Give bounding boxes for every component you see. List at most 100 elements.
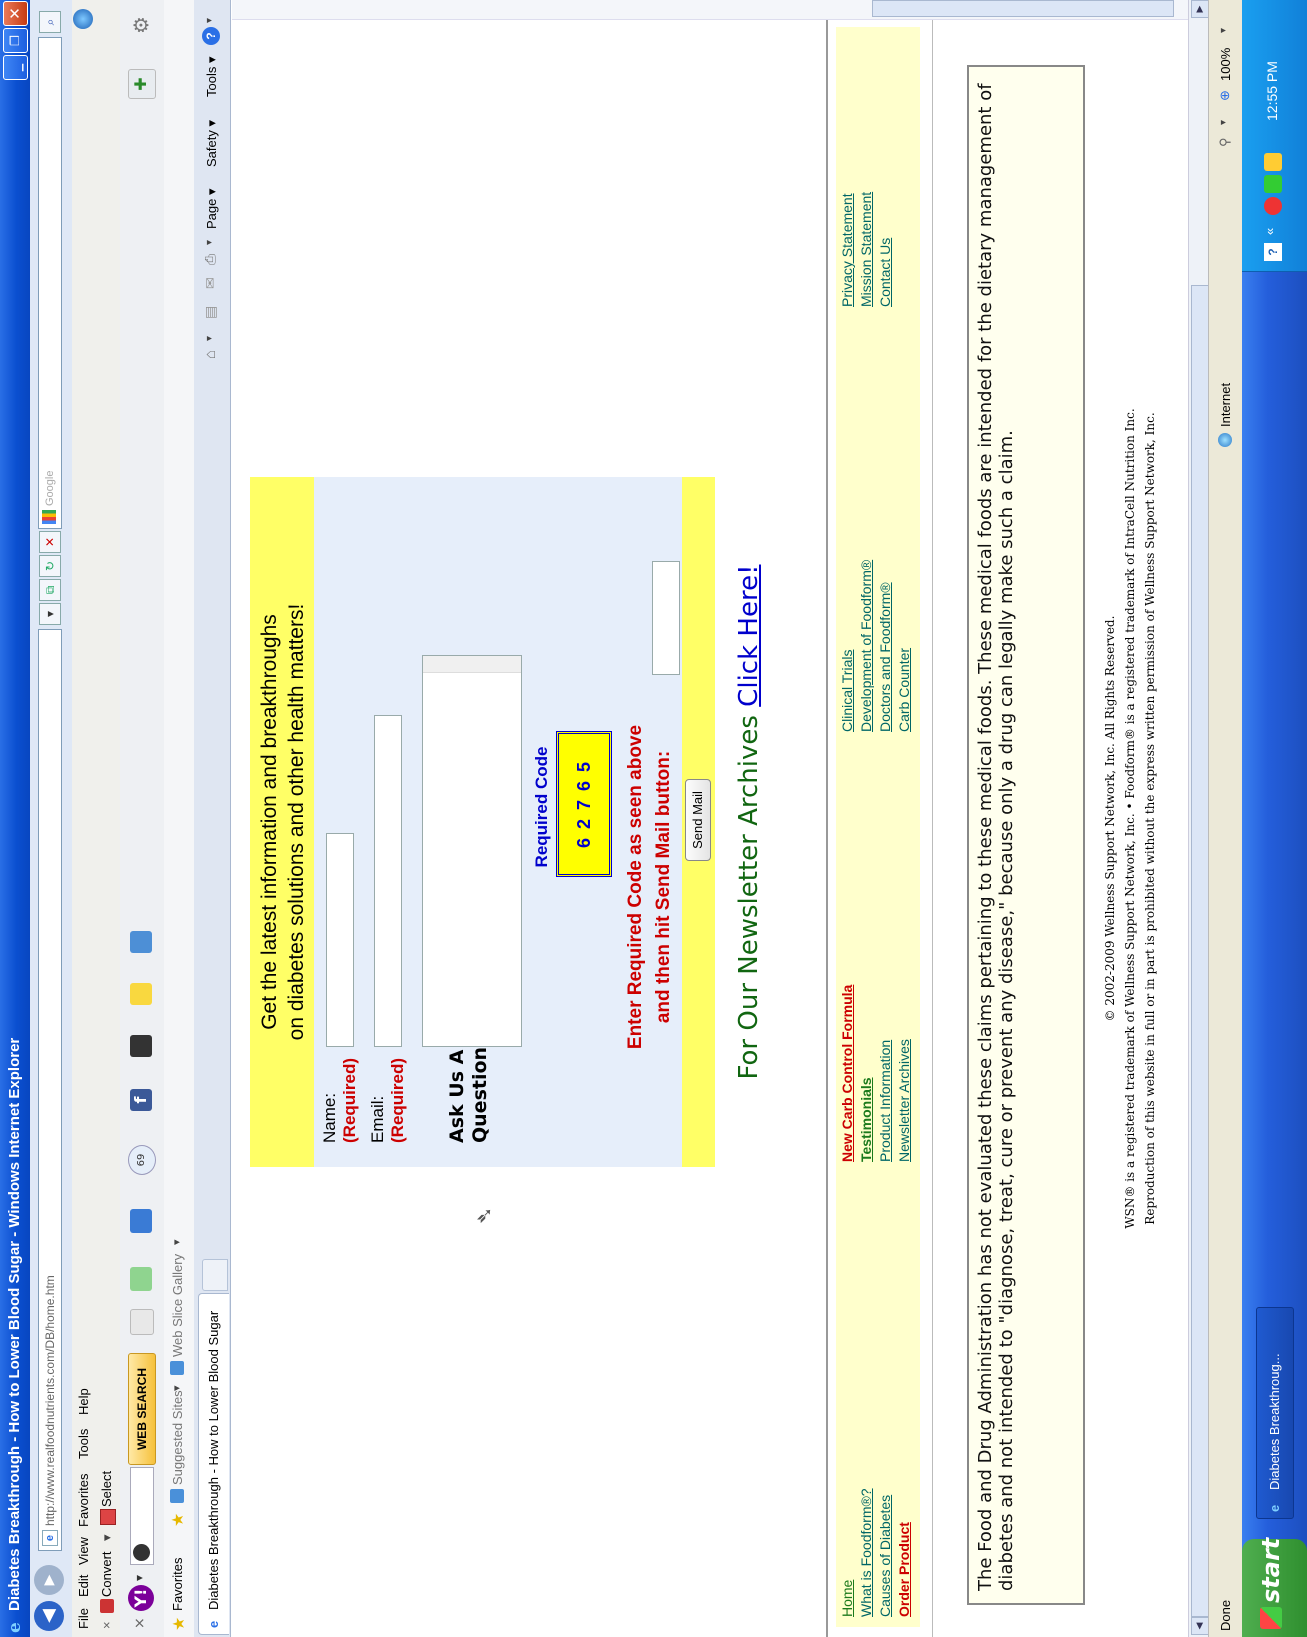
safety-menu[interactable]: Safety ▾ — [204, 120, 220, 167]
feeds-icon[interactable]: ▤ — [202, 306, 219, 319]
restore-button[interactable]: ❐ — [3, 28, 28, 53]
footer-link-product-info[interactable]: Product Information — [876, 985, 895, 1162]
textarea-scrollbar[interactable] — [423, 656, 521, 673]
messenger-icon[interactable]: 69 — [128, 1145, 156, 1175]
footer-link-testimonials[interactable]: Testimonials — [857, 985, 876, 1162]
help-icon[interactable]: ? — [202, 27, 220, 45]
add-icon[interactable]: ✚ — [128, 69, 156, 99]
horizontal-scroll-thumb[interactable] — [1191, 285, 1209, 1617]
footer-link-privacy[interactable]: Privacy Statement — [838, 192, 857, 307]
address-dropdown-icon[interactable]: ▾ — [39, 603, 61, 625]
clock[interactable]: 12:55 PM — [1264, 61, 1280, 121]
menu-view[interactable]: View — [76, 1537, 91, 1565]
menu-file[interactable]: File — [76, 1608, 91, 1629]
search-input[interactable]: Google — [38, 37, 62, 529]
menu-help[interactable]: Help — [76, 1388, 91, 1415]
tray-update-icon[interactable] — [1264, 153, 1282, 171]
home-icon[interactable]: ⌂ — [202, 350, 219, 359]
footer-link-carb-counter[interactable]: Carb Counter — [895, 560, 914, 732]
home-dropdown-icon[interactable]: ▾ — [204, 336, 215, 341]
forward-button[interactable]: ▶ — [34, 1565, 64, 1595]
suggested-sites-link[interactable]: Suggested Sites — [170, 1390, 185, 1485]
convert-button[interactable]: Convert — [99, 1551, 114, 1597]
footer-link-clinical[interactable]: Clinical Trials — [838, 560, 857, 732]
ebay-icon[interactable] — [130, 983, 152, 1005]
start-button[interactable]: start — [1242, 1538, 1307, 1637]
taskbar-ie-button[interactable]: e Diabetes Breakthroug... — [1256, 1307, 1294, 1519]
horizontal-scrollbar[interactable]: ◀ ▶ — [1188, 0, 1209, 1637]
zoom-dropdown-icon[interactable]: ▾ — [1218, 28, 1229, 33]
address-input[interactable]: e http://www.realfoodnutrients.com/DB/hom… — [38, 629, 62, 1551]
zoom-icon[interactable]: ⊕ — [1217, 90, 1233, 101]
tray-expand-icon[interactable]: « — [1262, 228, 1277, 235]
page-menu[interactable]: Page ▾ — [204, 188, 220, 229]
facebook-icon[interactable]: f — [130, 1089, 152, 1111]
help-tray-icon[interactable]: ? — [1264, 243, 1282, 261]
close-button[interactable]: ✕ — [3, 1, 28, 26]
newsletter-click-here-link[interactable]: Click Here! — [734, 565, 764, 707]
name-field[interactable] — [326, 833, 354, 1047]
add-favorite-icon[interactable]: ★ — [168, 1513, 188, 1527]
suggested-sites-dropdown-icon[interactable]: ▾ — [170, 1385, 183, 1391]
print-icon[interactable]: ⎙ — [202, 254, 219, 265]
mail-icon[interactable] — [130, 1209, 152, 1233]
tab-active[interactable]: e Diabetes Breakthrough - How to Lower B… — [198, 1293, 229, 1635]
compat-view-icon[interactable]: ⧉ — [39, 579, 61, 601]
footer-link-new-carb[interactable]: New Carb Control Formula — [838, 985, 857, 1162]
weather-icon[interactable] — [130, 931, 152, 953]
send-mail-button[interactable]: Send Mail — [685, 779, 711, 861]
footer-divider-2 — [932, 0, 933, 1637]
web-slice-gallery-link[interactable]: Web Slice Gallery — [170, 1254, 185, 1357]
web-search-button[interactable]: WEB SEARCH — [128, 1353, 156, 1465]
vertical-scrollbar[interactable] — [232, 0, 1188, 20]
yahoo-dropdown-icon[interactable]: ▾ — [132, 1575, 146, 1581]
footer-link-what-is-foodform[interactable]: What is Foodform®? — [857, 1488, 876, 1617]
convert-close-icon[interactable]: × — [99, 1621, 114, 1629]
protected-mode-icon[interactable]: ⚲ — [1217, 137, 1233, 147]
footer-link-order[interactable]: Order Product — [895, 1488, 914, 1617]
footer-link-contact[interactable]: Contact Us — [876, 192, 895, 307]
bookmark-icon[interactable] — [130, 1267, 152, 1291]
menu-edit[interactable]: Edit — [76, 1575, 91, 1597]
new-tab-button[interactable] — [202, 1259, 228, 1291]
yahoo-logo-icon[interactable]: Y! — [128, 1585, 154, 1611]
scroll-left-icon[interactable]: ◀ — [1191, 1617, 1209, 1635]
news-icon[interactable] — [130, 1035, 152, 1057]
stop-icon[interactable]: ✕ — [39, 531, 61, 553]
refresh-icon[interactable]: ↻ — [39, 555, 61, 577]
help-dropdown-icon[interactable]: ▾ — [204, 18, 215, 23]
tray-security-icon[interactable] — [1264, 197, 1282, 215]
tray-network-icon[interactable] — [1264, 175, 1282, 193]
footer-link-doctors[interactable]: Doctors and Foodform® — [876, 560, 895, 732]
footer-link-mission[interactable]: Mission Statement — [857, 192, 876, 307]
footer-link-newsletter[interactable]: Newsletter Archives — [895, 985, 914, 1162]
read-mail-icon[interactable]: ✉ — [202, 277, 219, 289]
toolbar-shortcut-icon[interactable] — [130, 1309, 154, 1335]
email-field[interactable] — [374, 715, 402, 1047]
minimize-button[interactable]: _ — [3, 55, 28, 80]
favorites-button[interactable]: Favorites — [170, 1558, 185, 1611]
yahoo-close-icon[interactable]: × — [132, 1617, 148, 1629]
search-icon[interactable]: ⌕ — [39, 11, 61, 33]
print-dropdown-icon[interactable]: ▾ — [204, 240, 215, 245]
tools-menu-label: Tools — [204, 66, 219, 97]
question-textarea[interactable] — [422, 655, 522, 1047]
yahoo-search-input[interactable] — [130, 1467, 154, 1565]
select-button[interactable]: Select — [99, 1471, 114, 1507]
footer-link-causes[interactable]: Causes of Diabetes — [876, 1488, 895, 1617]
convert-dropdown-icon[interactable]: ▾ — [99, 1534, 115, 1541]
back-button[interactable]: ◀ — [34, 1601, 64, 1631]
favorites-bar: ★ Favorites ★ Suggested Sites ▾ Web Slic… — [164, 0, 195, 1637]
footer-link-development[interactable]: Development of Foodform® — [857, 560, 876, 732]
web-slice-dropdown-icon[interactable]: ▾ — [170, 1239, 183, 1245]
footer-link-home[interactable]: Home — [838, 1488, 857, 1617]
zoom-level[interactable]: 100% — [1218, 48, 1233, 81]
menu-favorites[interactable]: Favorites — [76, 1474, 91, 1527]
scroll-right-icon[interactable]: ▶ — [1191, 0, 1209, 18]
protected-mode-dropdown-icon[interactable]: ▾ — [1218, 120, 1229, 125]
vertical-scroll-thumb[interactable] — [872, 0, 1174, 17]
menu-tools[interactable]: Tools — [76, 1429, 91, 1459]
settings-gear-icon[interactable]: ⚙ — [128, 11, 154, 39]
tools-menu[interactable]: Tools ▾ — [204, 57, 220, 98]
code-field[interactable] — [652, 561, 680, 675]
